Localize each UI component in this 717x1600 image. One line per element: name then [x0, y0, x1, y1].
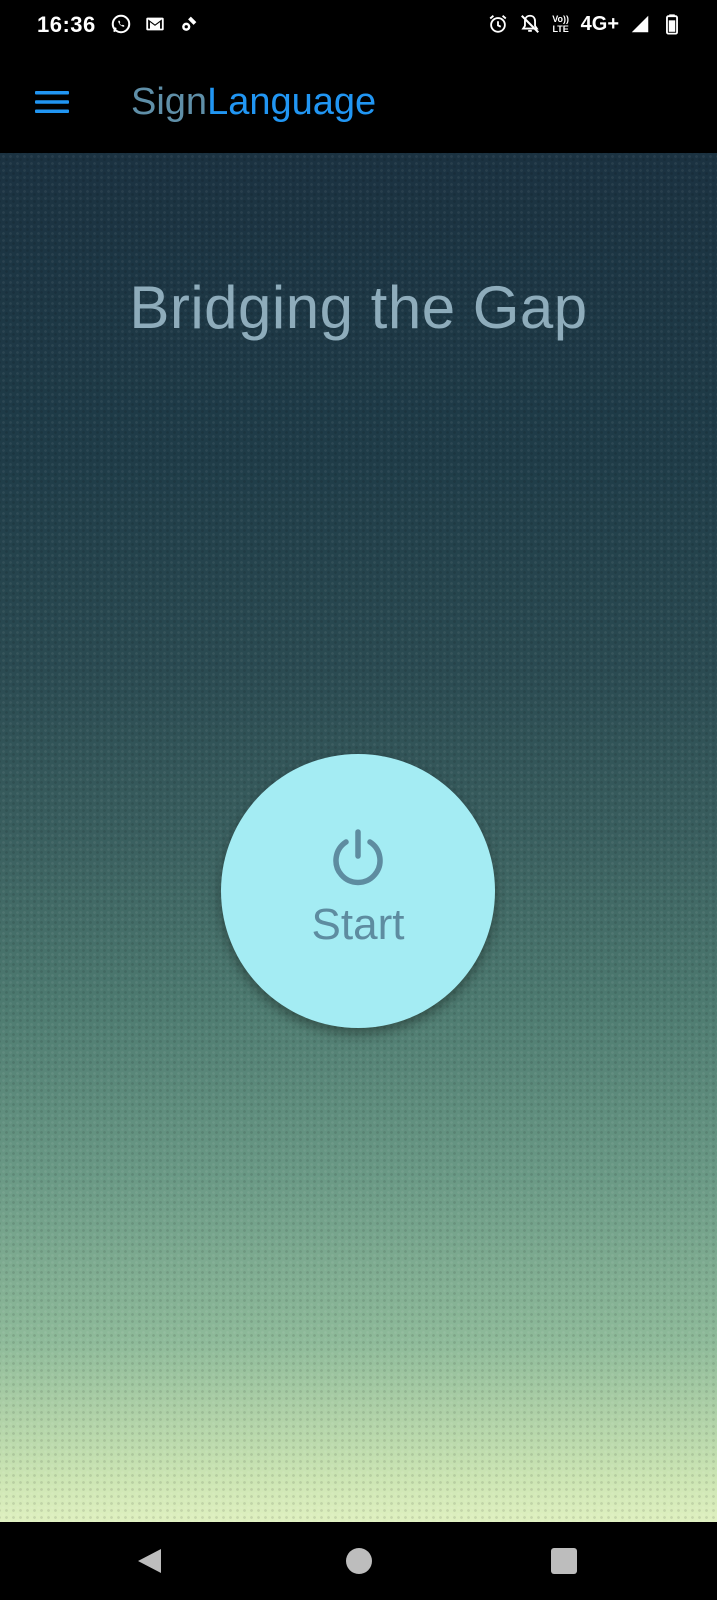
start-button[interactable]: Start [221, 754, 495, 1028]
status-time: 16:36 [37, 12, 96, 37]
app-title-part2: Language [207, 81, 377, 123]
app-title: SignLanguage [131, 79, 376, 125]
hamburger-menu-icon [35, 91, 69, 113]
app-screen: 16:36 Vo)) LTE 4G+ SignLanguage Bridging… [0, 0, 717, 1600]
volte-icon: Vo)) LTE [551, 14, 571, 34]
network-type: 4G+ [580, 13, 619, 35]
signal-icon [631, 15, 649, 33]
back-button[interactable] [128, 1539, 172, 1583]
volte-label-top: Vo)) [552, 14, 570, 24]
hero-title: Bridging the Gap [129, 274, 588, 341]
recents-button[interactable] [542, 1539, 586, 1583]
start-label: Start [311, 900, 405, 949]
main-content: Bridging the Gap Start [0, 153, 717, 1522]
bell-off-icon [520, 14, 539, 33]
app-title-part1: Sign [131, 81, 208, 123]
cast-icon [182, 16, 197, 31]
battery-icon [666, 14, 678, 35]
navigation-bar [0, 1522, 717, 1600]
status-left-icons [110, 13, 200, 35]
alarm-icon [489, 15, 507, 33]
status-bar: 16:36 Vo)) LTE 4G+ [0, 0, 717, 52]
app-bar: SignLanguage [0, 52, 717, 153]
back-icon [138, 1549, 161, 1573]
recents-icon [551, 1548, 577, 1574]
power-icon [333, 829, 383, 886]
volte-label-bottom: LTE [552, 24, 569, 34]
menu-button[interactable] [24, 74, 80, 130]
status-right-icons: Vo)) LTE 4G+ [487, 13, 683, 35]
home-button[interactable] [337, 1539, 381, 1583]
home-icon [346, 1548, 372, 1574]
gmail-icon [146, 17, 164, 31]
whatsapp-icon [111, 14, 131, 34]
